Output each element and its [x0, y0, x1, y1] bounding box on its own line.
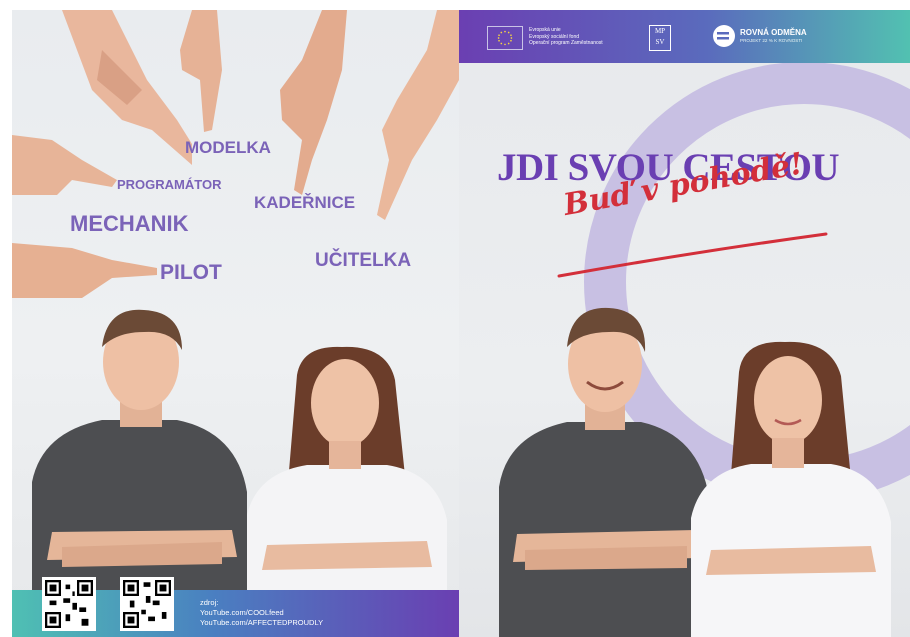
qr-code-icon [120, 577, 174, 631]
mpsv-logo-icon: MP SV [649, 25, 671, 51]
young-man-illustration-happy [499, 307, 709, 637]
profession-modelka: MODELKA [185, 138, 271, 157]
header-bar: Evropská unie Evropský sociální fond Ope… [459, 10, 910, 63]
pointing-hand-top-right-1 [280, 10, 347, 195]
profession-programator: PROGRAMÁTOR [117, 177, 222, 192]
profession-ucitelka: UČITELKA [315, 250, 412, 271]
young-woman-illustration-happy [691, 341, 891, 637]
profession-pilot: PILOT [160, 261, 222, 284]
young-woman-illustration-sad [247, 346, 447, 605]
right-panel: Evropská unie Evropský sociální fond Ope… [459, 10, 910, 637]
qr-code-icon [42, 577, 96, 631]
source-credits: zdroj: YouTube.com/COOLfeed YouTube.com/… [200, 598, 323, 628]
eu-line3: Operační program Zaměstnanost [529, 40, 603, 46]
source-link-affectedproudly[interactable]: YouTube.com/AFFECTEDPROUDLY [200, 618, 323, 628]
eu-flag-icon [487, 26, 523, 50]
source-label: zdroj: [200, 598, 219, 607]
pointing-hand-top-center [180, 10, 222, 132]
profession-kadernice: KADEŘNICE [254, 193, 356, 212]
young-man-illustration-sad [32, 309, 247, 602]
source-link-coolfeed[interactable]: YouTube.com/COOLfeed [200, 608, 323, 618]
tagline-underline [557, 232, 828, 278]
left-panel: MODELKA PROGRAMÁTOR KADEŘNICE MECHANIK U… [12, 10, 459, 637]
project-subtitle: PROJEKT 22 % K ROVNOSTI [740, 38, 803, 43]
mpsv-line2: SV [655, 38, 665, 46]
project-title: ROVNÁ ODMĚNA [740, 28, 807, 37]
rovna-odmena-logo-icon [713, 25, 735, 47]
eu-text: Evropská unie Evropský sociální fond Ope… [529, 27, 603, 47]
mpsv-line1: MP [654, 27, 666, 35]
pointing-hand-left-1 [12, 135, 117, 195]
poster-spread: MODELKA PROGRAMÁTOR KADEŘNICE MECHANIK U… [0, 0, 910, 637]
profession-mechanik: MECHANIK [70, 211, 189, 236]
pointing-hand-left-2 [12, 243, 157, 298]
pointing-hand-top-right-2 [377, 10, 459, 220]
